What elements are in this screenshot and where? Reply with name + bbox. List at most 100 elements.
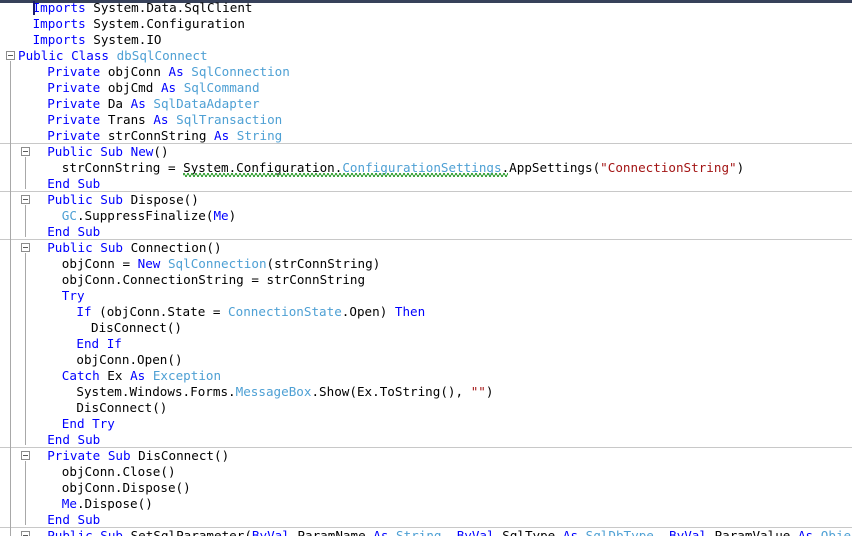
code-token: ParamName [289, 528, 374, 536]
code-line[interactable]: Imports System.IO [0, 32, 852, 48]
code-line[interactable]: Private objCmd As SqlCommand [0, 80, 852, 96]
code-editing-surface[interactable]: Imports System.Data.SqlClient Imports Sys… [0, 0, 852, 536]
code-token: SqlConnection [167, 256, 267, 271]
code-token: System.Configuration [85, 16, 245, 31]
code-line[interactable]: Private Trans As SqlTransaction [0, 112, 852, 128]
code-token: GC [61, 208, 77, 223]
code-token: objCmd [100, 80, 161, 95]
code-line[interactable]: End Try [0, 416, 852, 432]
code-line[interactable]: objConn.Dispose() [0, 480, 852, 496]
code-token: End Sub [47, 224, 101, 239]
code-line[interactable]: End Sub [0, 224, 852, 240]
code-token: ByVal [669, 528, 707, 536]
code-line[interactable]: System.Windows.Forms.MessageBox.Show(Ex.… [0, 384, 852, 400]
code-line-text: GC.SuppressFinalize(Me) [62, 208, 236, 224]
code-line[interactable]: End If [0, 336, 852, 352]
code-token: Try [61, 288, 85, 303]
code-token: String [396, 528, 442, 536]
code-token: ConnectionState [228, 304, 342, 319]
code-token: End Sub [47, 512, 101, 527]
code-token: As [130, 96, 146, 111]
code-token: Connection() [123, 240, 222, 255]
code-line-text: End Sub [47, 224, 100, 240]
text-caret [32, 1, 35, 15]
collapse-sub-new-icon[interactable] [21, 147, 30, 156]
code-token: SqlType [494, 528, 563, 536]
code-token: Private [47, 112, 101, 127]
code-token: End Try [61, 416, 115, 431]
code-line-text: End Sub [47, 512, 100, 528]
code-line-text: Imports System.Configuration [33, 16, 245, 32]
code-line[interactable]: objConn.Close() [0, 464, 852, 480]
code-token: As [130, 368, 146, 383]
code-line[interactable]: Public Sub SetSqlParameter(ByVal ParamNa… [0, 528, 852, 536]
code-line[interactable]: Imports System.Data.SqlClient [0, 0, 852, 16]
code-line[interactable]: Public Sub New() [0, 144, 852, 160]
code-token: As [373, 528, 389, 536]
code-line-text: Try [62, 288, 85, 304]
code-token: "ConnectionString" [600, 160, 737, 175]
code-line-text: Public Sub Connection() [47, 240, 221, 256]
code-line[interactable]: Public Sub Dispose() [0, 192, 852, 208]
collapse-sub-connection-icon[interactable] [21, 243, 30, 252]
code-line[interactable]: objConn = New SqlConnection(strConnStrin… [0, 256, 852, 272]
code-line[interactable]: objConn.Open() [0, 352, 852, 368]
code-line[interactable]: Try [0, 288, 852, 304]
code-line[interactable]: Public Class dbSqlConnect [0, 48, 852, 64]
code-token: End Sub [47, 432, 101, 447]
code-line[interactable]: Private Da As SqlDataAdapter [0, 96, 852, 112]
code-line[interactable]: DisConnect() [0, 320, 852, 336]
code-token: New [130, 144, 154, 159]
code-line[interactable]: Private Sub DisConnect() [0, 448, 852, 464]
code-line[interactable]: End Sub [0, 512, 852, 528]
code-line-text: Private Da As SqlDataAdapter [47, 96, 259, 112]
code-line-text: Public Sub SetSqlParameter(ByVal ParamNa… [47, 528, 852, 536]
collapse-sub-setsqlparameter-icon[interactable] [21, 531, 30, 536]
code-line-text: objConn.Dispose() [62, 480, 191, 496]
code-token: .AppSettings( [501, 160, 601, 175]
code-token: Object [820, 528, 852, 536]
collapse-sub-dispose-icon[interactable] [21, 195, 30, 204]
code-line[interactable]: Private objConn As SqlConnection [0, 64, 852, 80]
code-line-text: objConn.ConnectionString = strConnString [62, 272, 365, 288]
code-token: Private Sub [47, 448, 131, 463]
code-token: objConn = [61, 256, 138, 271]
code-token: , [653, 528, 670, 536]
code-line[interactable]: Private strConnString As String [0, 128, 852, 144]
code-line[interactable]: Imports System.Configuration [0, 16, 852, 32]
code-token: Public Sub [47, 144, 124, 159]
code-line-text: Public Class dbSqlConnect [18, 48, 208, 64]
code-line[interactable]: objConn.ConnectionString = strConnString [0, 272, 852, 288]
code-token: As [797, 528, 814, 536]
code-token: New [137, 256, 161, 271]
code-line[interactable]: End Sub [0, 176, 852, 192]
code-line-text: End If [76, 336, 122, 352]
code-line[interactable]: Me.Dispose() [0, 496, 852, 512]
code-token: As [168, 64, 184, 79]
code-line-text: If (objConn.State = ConnectionState.Open… [76, 304, 425, 320]
code-token: .SuppressFinalize( [76, 208, 214, 223]
code-line[interactable]: Public Sub Connection() [0, 240, 852, 256]
code-line-text: Catch Ex As Exception [62, 368, 221, 384]
code-line[interactable]: GC.SuppressFinalize(Me) [0, 208, 852, 224]
code-line[interactable]: If (objConn.State = ConnectionState.Open… [0, 304, 852, 320]
collapse-class-dbSqlConnect-icon[interactable] [6, 51, 15, 60]
code-line-text: objConn.Close() [62, 464, 176, 480]
code-token: Private [47, 128, 101, 143]
code-token: ByVal [251, 528, 290, 536]
collapse-sub-disconnect-icon[interactable] [21, 451, 30, 460]
code-token: Public Sub [47, 528, 124, 536]
code-token: System.Data.SqlClient [85, 0, 253, 15]
code-token: Public Sub [47, 240, 124, 255]
code-token: .Dispose() [76, 496, 153, 511]
code-line[interactable]: DisConnect() [0, 400, 852, 416]
code-line[interactable]: End Sub [0, 432, 852, 448]
code-line[interactable]: Catch Ex As Exception [0, 368, 852, 384]
code-token: Private [47, 64, 101, 79]
code-token: DisConnect() [76, 400, 168, 415]
code-token: As [153, 112, 169, 127]
